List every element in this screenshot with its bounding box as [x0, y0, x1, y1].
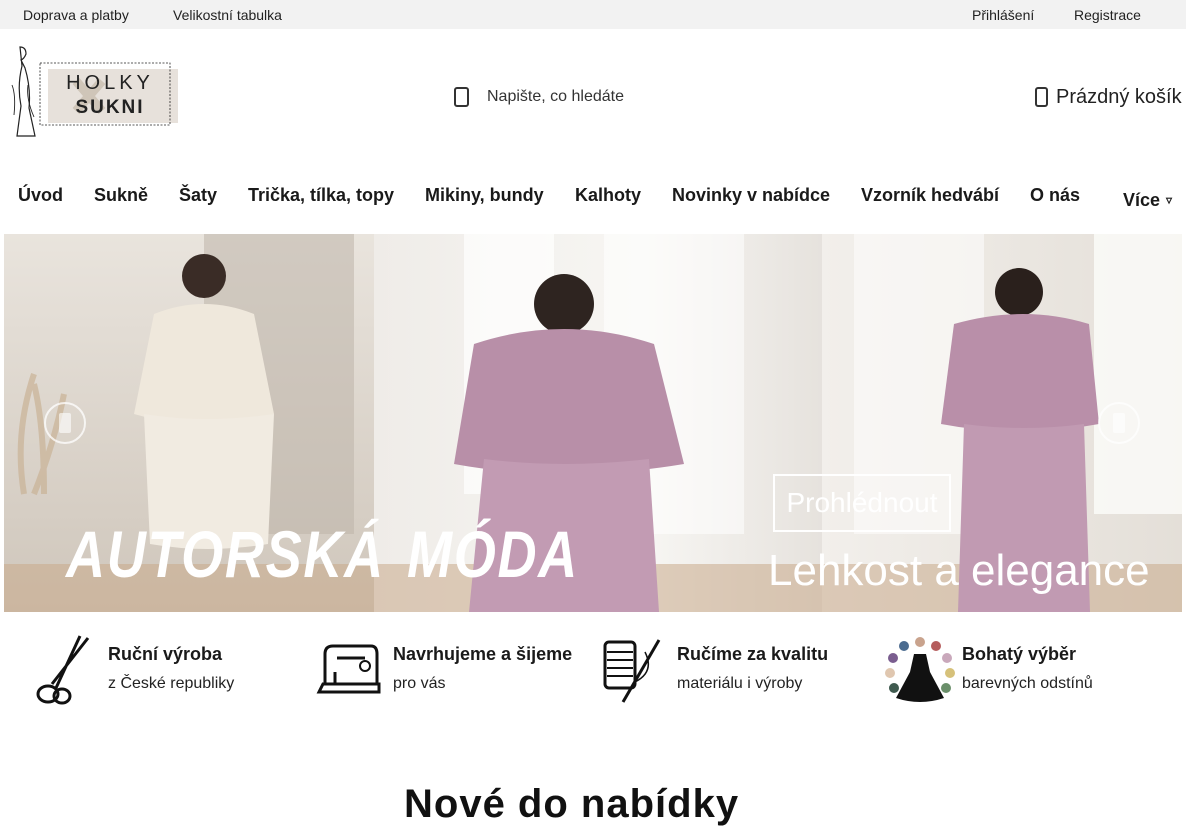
nav-more-label: Více: [1123, 190, 1161, 210]
nav-item-vzornik[interactable]: Vzorník hedvábí: [861, 185, 999, 206]
nav-item-tricka[interactable]: Trička, tílka, topy: [248, 185, 394, 206]
feature-subtitle: materiálu i výroby: [677, 675, 803, 692]
hero-next-button[interactable]: [1098, 402, 1140, 444]
cart-label: Prázdný košík: [1056, 86, 1182, 108]
size-chart-link[interactable]: Velikostní tabulka: [173, 7, 282, 23]
feature-quality: Ručíme za kvalitu materiálu i výroby: [599, 632, 869, 712]
nav-item-novinky[interactable]: Novinky v nabídce: [672, 185, 830, 206]
search-icon[interactable]: [452, 86, 472, 108]
nav-item-sukne[interactable]: Sukně: [94, 185, 148, 206]
nav-more-button[interactable]: Více ▿: [1123, 190, 1172, 211]
hero-banner[interactable]: AUTORSKÁ MÓDA Prohlédnout Lehkost a eleg…: [4, 234, 1182, 612]
feature-subtitle: pro vás: [393, 675, 446, 692]
feature-title: Bohatý výběr: [962, 644, 1077, 664]
feature-handmade: Ruční výroba z České republiky: [30, 632, 290, 712]
arrow-left-icon: [59, 413, 71, 433]
thread-needle-icon: [603, 639, 661, 703]
hero-subline: Lehkost a elegance: [768, 546, 1150, 595]
feature-subtitle: z České republiky: [108, 675, 235, 692]
hero-prev-button[interactable]: [44, 402, 86, 444]
dress-palette-icon: [885, 637, 955, 702]
register-link[interactable]: Registrace: [1074, 7, 1141, 23]
nav-item-mikiny[interactable]: Mikiny, bundy: [425, 185, 544, 206]
nav-item-kalhoty[interactable]: Kalhoty: [575, 185, 641, 206]
feature-subtitle: barevných odstínů: [962, 675, 1093, 692]
login-link[interactable]: Přihlášení: [972, 7, 1034, 23]
cart-icon: [1035, 87, 1048, 107]
hero-headline-2: MÓDA: [407, 517, 579, 591]
logo-text-sukni: SUKNI: [75, 97, 144, 118]
logo-graphic: HOLKY SUKNI: [11, 46, 178, 137]
hero-headline-1: AUTORSKÁ: [66, 517, 385, 591]
scissors-icon: [36, 635, 90, 705]
hero-cta-button[interactable]: Prohlédnout: [773, 474, 951, 532]
search-box[interactable]: Napište, co hledáte: [452, 84, 712, 110]
arrow-right-icon: [1113, 413, 1125, 433]
chevron-down-icon: ▿: [1166, 193, 1173, 207]
logo-text-holky: HOLKY: [66, 72, 154, 94]
section-heading: Nové do nabídky: [404, 782, 740, 826]
shipping-payment-link[interactable]: Doprava a platby: [23, 7, 129, 23]
feature-title: Ruční výroba: [108, 644, 223, 664]
sewing-machine-icon: [316, 644, 381, 694]
top-bar: Doprava a platby Velikostní tabulka Přih…: [0, 0, 1186, 29]
feature-title: Navrhujeme a šijeme: [393, 644, 573, 664]
feature-colors: Bohatý výběr barevných odstínů: [884, 632, 1144, 712]
nav-item-uvod[interactable]: Úvod: [18, 185, 63, 206]
feature-design-sew: Navrhujeme a šijeme pro vás: [315, 632, 585, 712]
nav-item-o-nas[interactable]: O nás: [1030, 185, 1080, 206]
feature-title: Ručíme za kvalitu: [677, 644, 829, 664]
site-logo[interactable]: HOLKY SUKNI: [6, 45, 182, 143]
nav-item-saty[interactable]: Šaty: [179, 185, 217, 206]
cart-button[interactable]: Prázdný košík: [1034, 84, 1186, 112]
search-placeholder: Napište, co hledáte: [487, 88, 624, 105]
